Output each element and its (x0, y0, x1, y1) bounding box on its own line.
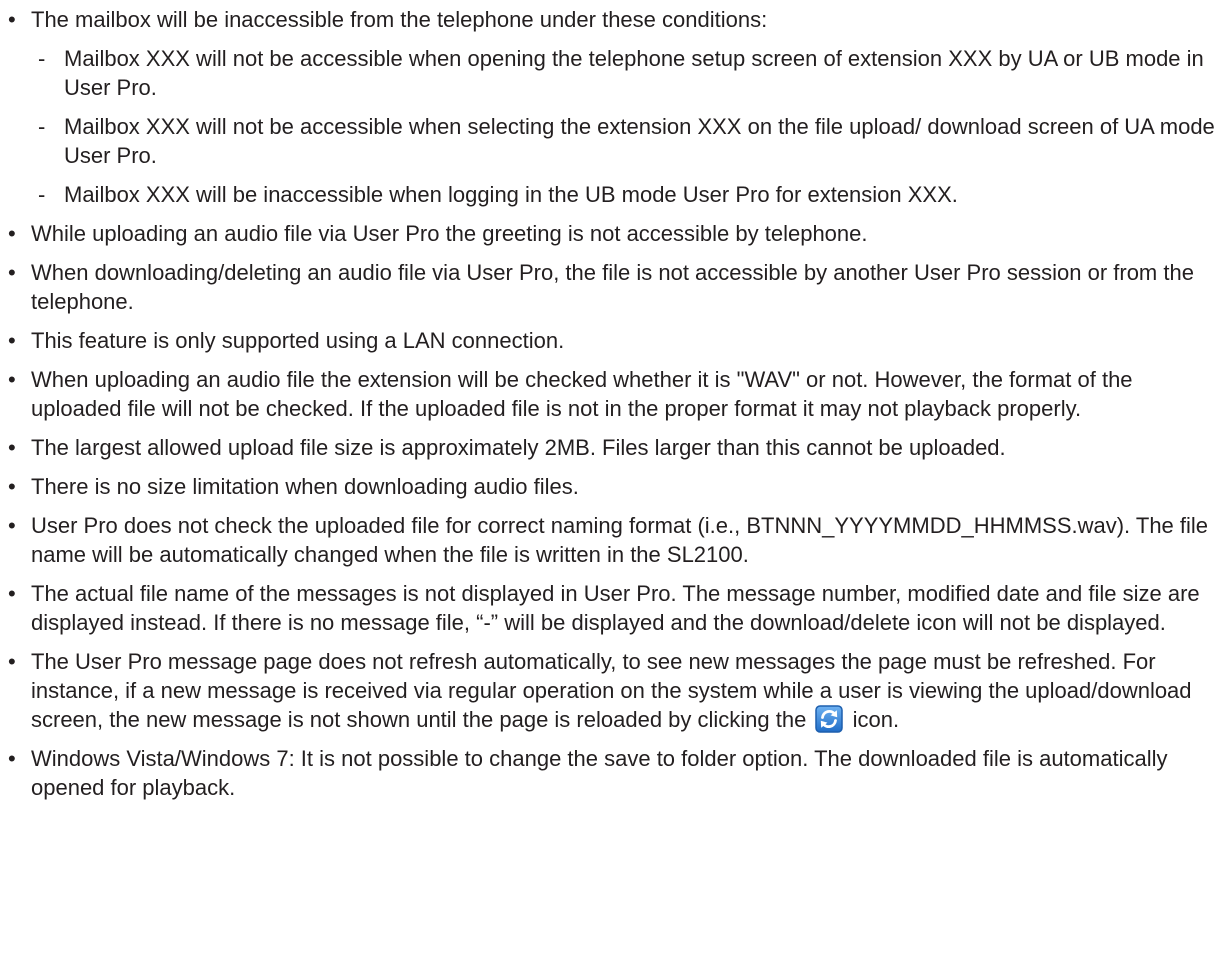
dash: - (38, 114, 46, 139)
note-text: While uploading an audio file via User P… (31, 221, 868, 246)
note-text-tail: icon. (852, 707, 900, 732)
note-file-name-display: • The actual file name of the messages i… (0, 579, 1217, 637)
bullet: • (8, 513, 16, 538)
notes-list: • The mailbox will be inaccessible from … (0, 0, 1217, 802)
note-text: The User Pro message page does not refre… (31, 649, 1192, 732)
dash: - (38, 46, 46, 71)
note-text: The actual file name of the messages is … (31, 581, 1200, 635)
note-text: User Pro does not check the uploaded fil… (31, 513, 1209, 567)
subnote-text: Mailbox XXX will not be accessible when … (64, 114, 1215, 168)
note-text: Windows Vista/Windows 7: It is not possi… (31, 746, 1168, 800)
subnote-ub-login: - Mailbox XXX will be inaccessible when … (0, 180, 1217, 209)
note-text: The mailbox will be inaccessible from th… (31, 7, 768, 32)
bullet: • (8, 7, 16, 32)
note-lan-only: • This feature is only supported using a… (0, 326, 1217, 355)
note-downloading-deleting: • When downloading/deleting an audio fil… (0, 258, 1217, 316)
refresh-icon (815, 705, 844, 733)
bullet: • (8, 746, 16, 771)
note-text: When uploading an audio file the extensi… (31, 367, 1133, 421)
note-wav-check: • When uploading an audio file the exten… (0, 365, 1217, 423)
bullet: • (8, 260, 16, 285)
note-text: The largest allowed upload file size is … (31, 435, 1006, 460)
note-windows-vista-7: • Windows Vista/Windows 7: It is not pos… (0, 744, 1217, 802)
bullet: • (8, 367, 16, 392)
note-mailbox-inaccessible: • The mailbox will be inaccessible from … (0, 5, 1217, 209)
subnote-text: Mailbox XXX will be inaccessible when lo… (64, 182, 958, 207)
subnote-file-upload-download: - Mailbox XXX will not be accessible whe… (0, 112, 1217, 170)
bullet: • (8, 221, 16, 246)
note-text: When downloading/deleting an audio file … (31, 260, 1194, 314)
dash: - (38, 182, 46, 207)
note-uploading-greeting: • While uploading an audio file via User… (0, 219, 1217, 248)
note-text: This feature is only supported using a L… (31, 328, 565, 353)
subnote-text: Mailbox XXX will not be accessible when … (64, 46, 1204, 100)
note-upload-size: • The largest allowed upload file size i… (0, 433, 1217, 462)
bullet: • (8, 474, 16, 499)
note-download-size: • There is no size limitation when downl… (0, 472, 1217, 501)
note-text: There is no size limitation when downloa… (31, 474, 579, 499)
note-naming-format: • User Pro does not check the uploaded f… (0, 511, 1217, 569)
note-page-refresh: • The User Pro message page does not ref… (0, 647, 1217, 734)
bullet: • (8, 435, 16, 460)
bullet: • (8, 328, 16, 353)
bullet: • (8, 649, 16, 674)
bullet: • (8, 581, 16, 606)
subnote-telephone-setup: - Mailbox XXX will not be accessible whe… (0, 44, 1217, 102)
